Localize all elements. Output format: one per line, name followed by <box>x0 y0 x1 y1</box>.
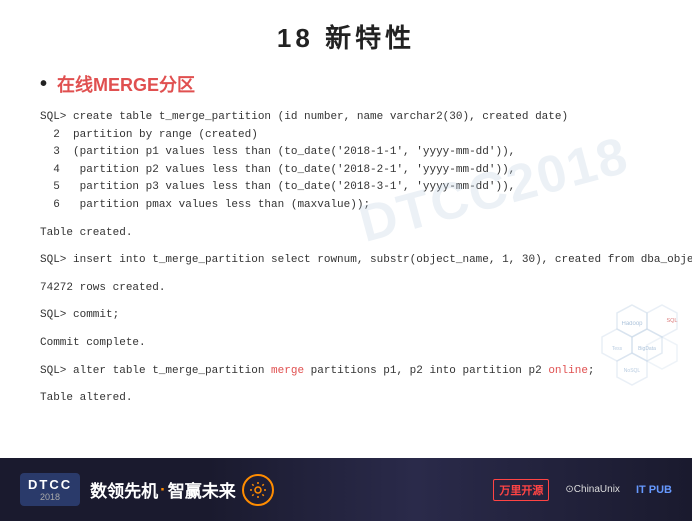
page-title: 18 新特性 <box>40 18 652 55</box>
result-table-created: Table created. <box>40 225 652 243</box>
alter-prefix: SQL> alter table t_merge_partition <box>40 365 271 377</box>
logo-wanli: 万里开源 <box>493 479 549 501</box>
result-table-altered: Table altered. <box>40 390 652 408</box>
dtcc-logo: DTCC 2018 <box>20 473 80 506</box>
footer-left: DTCC 2018 数领先机 · 智赢未来 <box>20 473 274 506</box>
section-heading: • 在线MERGE分区 <box>40 71 652 97</box>
code-block-alter: SQL> alter table t_merge_partition merge… <box>40 363 652 381</box>
code-block-create: SQL> create table t_merge_partition (id … <box>40 109 652 215</box>
alter-suffix: ; <box>588 365 595 377</box>
code-block-insert: SQL> insert into t_merge_partition selec… <box>40 252 652 270</box>
gear-icon <box>242 474 274 506</box>
keyword-online: online <box>548 365 588 377</box>
svg-text:SQL: SQL <box>666 318 677 324</box>
main-content: DTCC2018 Hadoop BigData SQL Tess NoSQL 1… <box>0 0 692 458</box>
bullet-icon: • <box>40 73 47 96</box>
logo-itpub: IT PUB <box>636 484 672 496</box>
dtcc-label: DTCC <box>28 477 72 492</box>
result-rows-created: 74272 rows created. <box>40 280 652 298</box>
result-commit: Commit complete. <box>40 335 652 353</box>
slogan-separator: · <box>160 480 166 500</box>
keyword-merge: merge <box>271 365 304 377</box>
gear-svg <box>249 481 267 499</box>
footer-right: 万里开源 ⊙ChinaUnix IT PUB <box>493 479 672 501</box>
dtcc-year: 2018 <box>40 492 60 502</box>
footer-slogan: 数领先机 · 智赢未来 <box>90 474 274 506</box>
slogan-part1: 数领先机 <box>90 477 158 502</box>
code-block-commit: SQL> commit; <box>40 307 652 325</box>
logo-chinaunix: ⊙ChinaUnix <box>565 484 620 495</box>
slogan-part2: 智赢未来 <box>168 477 236 502</box>
footer: DTCC 2018 数领先机 · 智赢未来 万里开源 ⊙ChinaUnix IT… <box>0 458 692 521</box>
alter-middle: partitions p1, p2 into partition p2 <box>304 365 548 377</box>
section-title: 在线MERGE分区 <box>57 71 195 97</box>
